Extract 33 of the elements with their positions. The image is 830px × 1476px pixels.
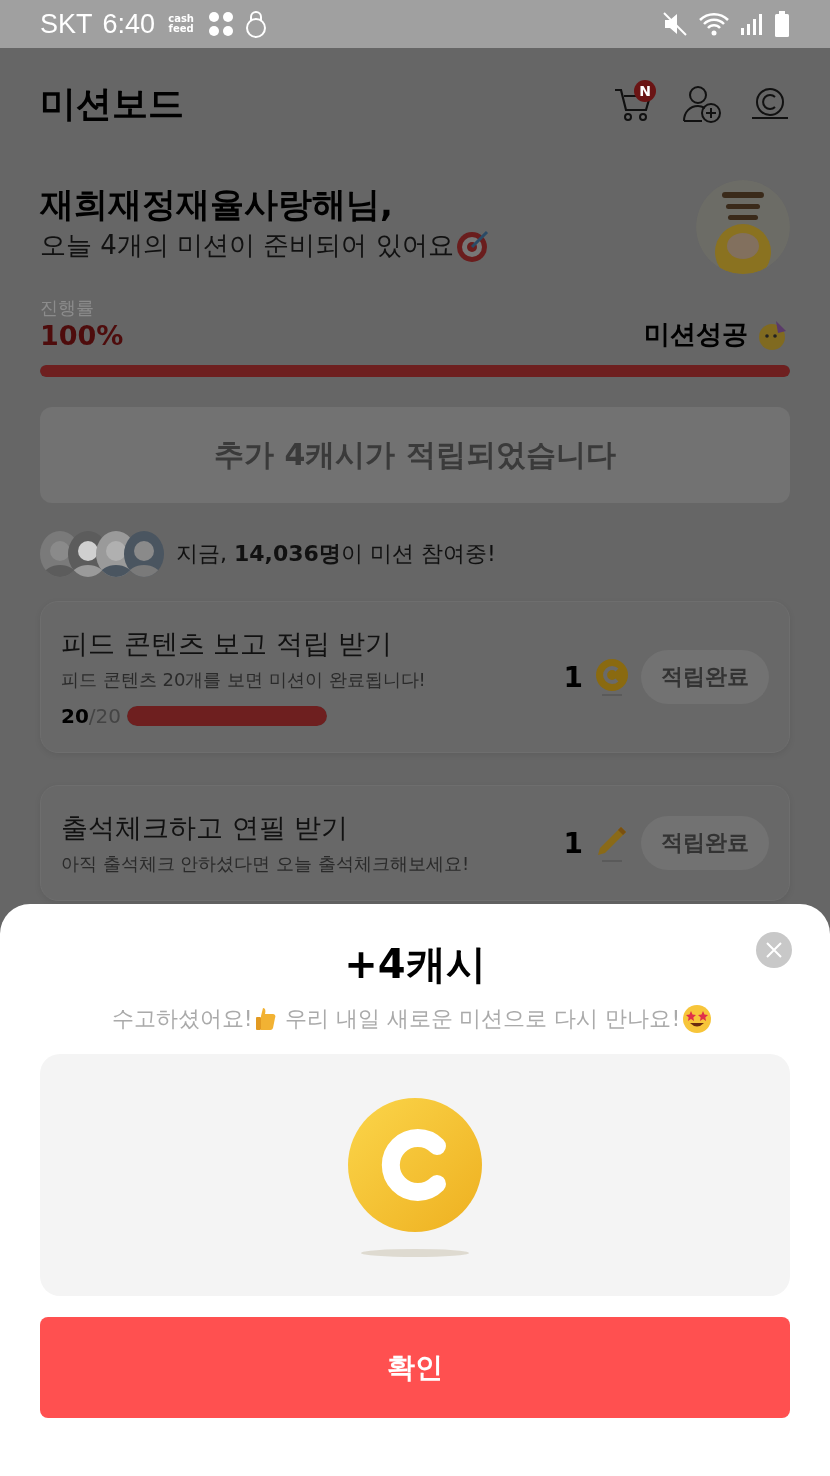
greeting-message: 오늘 4개의 미션이 준비되어 있어요 bbox=[40, 229, 454, 262]
signal-icon bbox=[740, 12, 764, 36]
coin-icon[interactable] bbox=[750, 88, 790, 120]
reward-banner: 추가 4캐시가 적립되었습니다 bbox=[40, 407, 790, 503]
add-friend-icon[interactable] bbox=[682, 84, 722, 124]
pencil-icon bbox=[595, 824, 629, 862]
thumbs-up-icon bbox=[254, 1006, 277, 1032]
confirm-button[interactable]: 확인 bbox=[40, 1317, 790, 1418]
sheet-title: +4캐시 bbox=[344, 939, 486, 989]
reward-amount: 1 bbox=[563, 660, 583, 694]
clock: 6:40 bbox=[102, 8, 156, 40]
reward-amount: 1 bbox=[563, 826, 583, 860]
new-badge: N bbox=[634, 80, 656, 102]
greeting-name: 재희재정재율사랑해님, bbox=[40, 183, 394, 226]
sheet-message: 수고하셨어요! bbox=[111, 1005, 253, 1033]
coin-icon bbox=[595, 658, 629, 696]
mission-title: 출석체크하고 연필 받기 bbox=[61, 811, 350, 845]
mission-description: 피드 콘텐츠 20개를 보면 미션이 완료됩니다! bbox=[61, 668, 427, 692]
sheet-message: 우리 내일 새로운 미션으로 다시 만나요! bbox=[284, 1005, 681, 1033]
progress-percent: 100% bbox=[40, 320, 124, 351]
mission-description: 아직 출석체크 안하셨다면 오늘 출석체크해보세요! bbox=[61, 852, 471, 876]
notification-label: cash feed bbox=[167, 14, 195, 34]
mission-title: 피드 콘텐츠 보고 적립 받기 bbox=[61, 627, 394, 661]
wifi-icon bbox=[698, 11, 730, 37]
participants-text: 지금, 14,036명이 미션 참여중! bbox=[176, 540, 496, 568]
progress-status: 미션성공 bbox=[644, 318, 748, 351]
page-title: 미션보드 bbox=[40, 81, 184, 126]
mute-icon bbox=[662, 11, 688, 37]
carrier: SKT bbox=[40, 8, 93, 40]
battery-icon bbox=[774, 11, 790, 37]
lock-icon bbox=[245, 10, 268, 38]
target-icon bbox=[455, 228, 490, 263]
star-eyes-face-icon bbox=[682, 1004, 713, 1034]
